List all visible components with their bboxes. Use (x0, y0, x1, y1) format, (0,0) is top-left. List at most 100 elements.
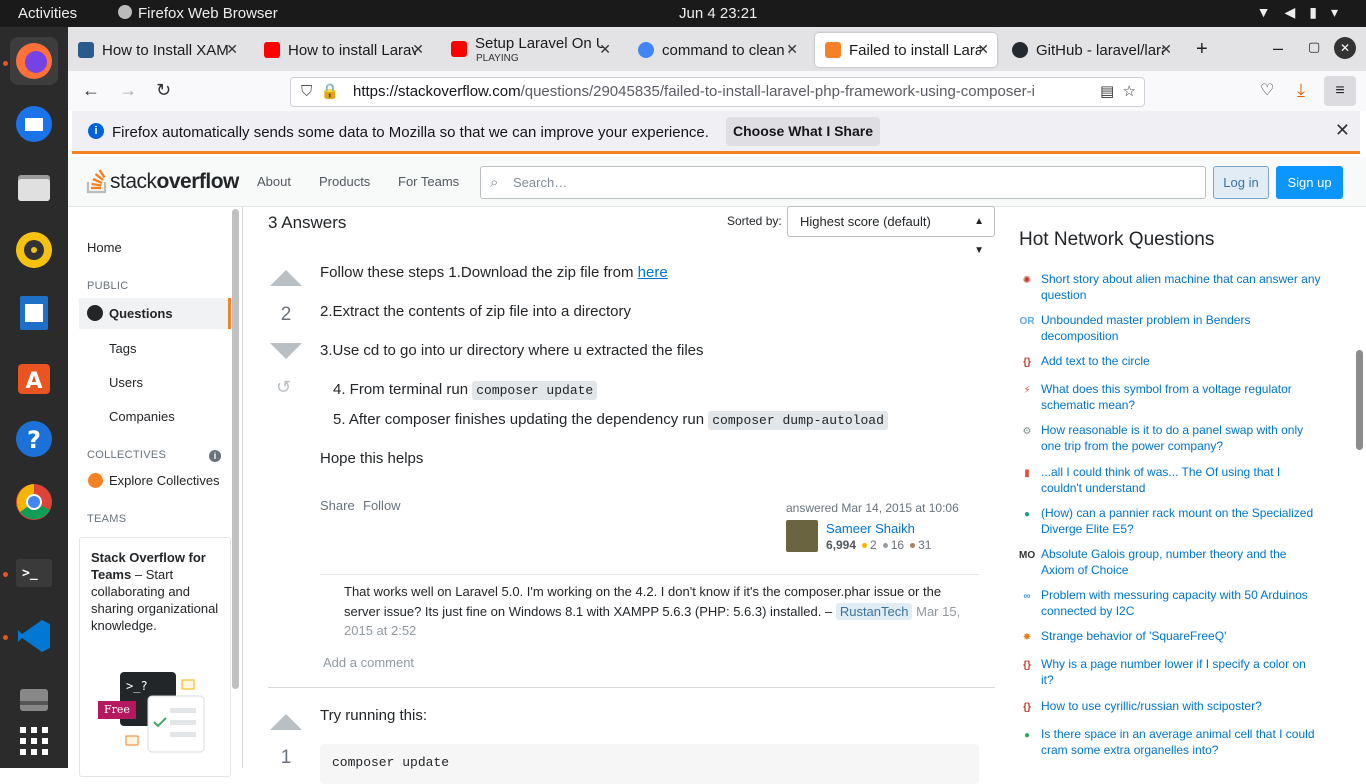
inline-code: composer update (472, 381, 598, 400)
navigation-toolbar: ← → ↻ ⛉ 🔒 https://stackoverflow.com/ques… (68, 71, 1366, 111)
history-icon[interactable]: ↺ (276, 377, 291, 398)
apps-grid-icon[interactable] (10, 717, 58, 765)
login-button[interactable]: Log in (1213, 166, 1269, 199)
hnq-item-link[interactable]: Unbounded master problem in Benders deco… (1041, 312, 1321, 344)
tab-failed-install-laravel[interactable]: Failed to install Laravel✕ (815, 33, 997, 67)
nav-for-teams[interactable]: For Teams (398, 174, 459, 189)
follow-link[interactable]: Follow (363, 498, 401, 513)
close-tab-icon[interactable]: ✕ (1160, 41, 1172, 58)
minimize-icon[interactable]: – (1273, 38, 1283, 59)
answer-paragraph: 2.Extract the contents of zip file into … (320, 303, 631, 320)
upvote-button[interactable] (270, 714, 302, 730)
google-icon (638, 42, 654, 58)
answered-timestamp[interactable]: answered Mar 14, 2015 at 10:06 (786, 501, 976, 515)
disk-icon[interactable] (10, 675, 58, 723)
collectives-icon (88, 473, 103, 488)
hnq-item-link[interactable]: How reasonable is it to do a panel swap … (1041, 422, 1321, 454)
sidebar-scrollbar[interactable] (232, 209, 239, 689)
sidebar-item-home[interactable]: Home (87, 240, 122, 255)
hnq-item-link[interactable]: Add text to the circle (1041, 353, 1321, 369)
help-icon[interactable]: ? (10, 415, 58, 463)
close-tab-icon[interactable]: ✕ (786, 41, 798, 58)
firefox-icon[interactable] (10, 37, 58, 85)
close-tab-icon[interactable]: ✕ (226, 41, 238, 58)
thunderbird-icon[interactable] (10, 100, 58, 148)
close-tab-icon[interactable]: ✕ (412, 41, 424, 58)
hnq-item-link[interactable]: Why is a page number lower if I specify … (1041, 656, 1321, 688)
tab-setup-laravel-yt[interactable]: Setup Laravel On UbuntuPLAYING ✕ (441, 33, 619, 67)
answer-list-item: 5. After composer finishes updating the … (333, 411, 888, 430)
comment-user-link[interactable]: RustanTech (835, 602, 913, 620)
terminal-icon[interactable]: >_ (10, 549, 58, 597)
hnq-item-link[interactable]: ...all I could think of was... The Of us… (1041, 464, 1321, 496)
hnq-item-link[interactable]: Problem with messuring capacity with 50 … (1041, 587, 1321, 619)
close-window-icon[interactable]: ✕ (1334, 37, 1356, 59)
tab-xampp[interactable]: How to Install XAMPP✕ (68, 33, 246, 67)
close-tab-icon[interactable]: ✕ (977, 41, 989, 58)
tracking-shield-icon[interactable]: ⛉ 🔒 (301, 78, 339, 106)
nav-products[interactable]: Products (319, 174, 370, 189)
tab-github-laravel[interactable]: GitHub - laravel/lara ✕ (1002, 33, 1180, 67)
tab-install-laravel-yt[interactable]: How to install Laravel✕ (254, 33, 432, 67)
answer-paragraph: Follow these steps 1.Download the zip fi… (320, 264, 668, 281)
bookmark-star-icon[interactable]: ☆ (1123, 83, 1136, 100)
close-notification-icon[interactable]: ✕ (1335, 120, 1350, 141)
system-tray[interactable]: ▼◀▮▾ (1257, 4, 1352, 21)
choose-what-i-share-button[interactable]: Choose What I Share (726, 117, 880, 146)
activities-button[interactable]: Activities (18, 5, 77, 22)
vscode-icon[interactable] (10, 612, 58, 660)
hnq-item-link[interactable]: How to use cyrillic/russian with scipost… (1041, 698, 1321, 714)
hnq-item-link[interactable]: What does this symbol from a voltage reg… (1041, 381, 1321, 413)
maximize-icon[interactable]: ▢ (1308, 39, 1320, 55)
downvote-button[interactable] (270, 343, 302, 359)
hnq-item-link[interactable]: (How) can a pannier rack mount on the Sp… (1041, 505, 1321, 537)
signup-button[interactable]: Sign up (1276, 166, 1343, 199)
search-input[interactable]: ⌕ Search… (480, 166, 1206, 199)
reader-view-icon[interactable]: ▤ (1100, 83, 1114, 100)
back-icon[interactable]: ← (82, 80, 100, 101)
hnq-item-link[interactable]: Absolute Galois group, number theory and… (1041, 546, 1321, 578)
files-icon[interactable] (10, 163, 58, 211)
add-comment-link[interactable]: Add a comment (323, 655, 414, 670)
share-link[interactable]: Share (320, 498, 355, 513)
sidebar-item-explore-collectives[interactable]: Explore Collectives (109, 473, 220, 488)
downloads-icon[interactable]: ⤓ (1297, 80, 1305, 101)
sort-select[interactable]: Highest score (default) ▲ ▼ (787, 206, 995, 256)
hnq-item-link[interactable]: Strange behavior of 'SquareFreeQ' (1041, 628, 1321, 644)
sidebar-item-companies[interactable]: Companies (109, 409, 175, 424)
sidebar-item-users[interactable]: Users (109, 375, 143, 390)
stackoverflow-logo[interactable]: stackoverflow (86, 166, 239, 194)
code-block: composer update (320, 744, 979, 784)
chrome-icon[interactable] (10, 478, 58, 526)
url-bar[interactable]: ⛉ 🔒 https://stackoverflow.com/questions/… (290, 77, 1145, 107)
or-icon: OR (1019, 316, 1035, 327)
tab-google-command[interactable]: command to clean in ✕ (628, 33, 806, 67)
rhythmbox-icon[interactable] (10, 226, 58, 274)
hnq-item-link[interactable]: Short story about alien machine that can… (1041, 271, 1321, 303)
nav-about[interactable]: About (257, 174, 291, 189)
tex-icon: {} (1023, 357, 1031, 368)
download-link[interactable]: here (638, 264, 668, 281)
avatar[interactable] (786, 520, 818, 552)
upvote-button[interactable] (270, 270, 302, 286)
sidebar-heading-collectives: COLLECTIVES (87, 449, 167, 461)
software-icon[interactable]: A (10, 352, 58, 400)
close-tab-icon[interactable]: ✕ (599, 41, 611, 58)
wifi-icon: ▼ (1256, 4, 1285, 20)
user-name-link[interactable]: Sameer Shaikh (826, 521, 915, 536)
sidebar-item-label: Questions (109, 306, 173, 321)
writer-icon[interactable] (10, 289, 58, 337)
forward-icon[interactable]: → (119, 80, 137, 101)
hnq-item-link[interactable]: Is there space in an average animal cell… (1041, 726, 1321, 758)
sidebar-item-questions[interactable]: Questions (79, 298, 231, 329)
info-icon[interactable]: i (209, 450, 221, 462)
clock[interactable]: Jun 4 23:21 (679, 5, 757, 22)
hamburger-menu-icon[interactable]: ≡ (1324, 76, 1356, 106)
new-tab-icon[interactable]: + (1196, 38, 1208, 61)
reload-icon[interactable]: ↻ (156, 80, 171, 101)
sidebar-item-tags[interactable]: Tags (109, 341, 136, 356)
svg-text:?: ? (27, 426, 41, 454)
page-scrollbar[interactable] (1356, 350, 1363, 450)
app-menu[interactable]: Firefox Web Browser (118, 5, 278, 22)
pocket-icon[interactable]: ♡ (1260, 80, 1274, 100)
